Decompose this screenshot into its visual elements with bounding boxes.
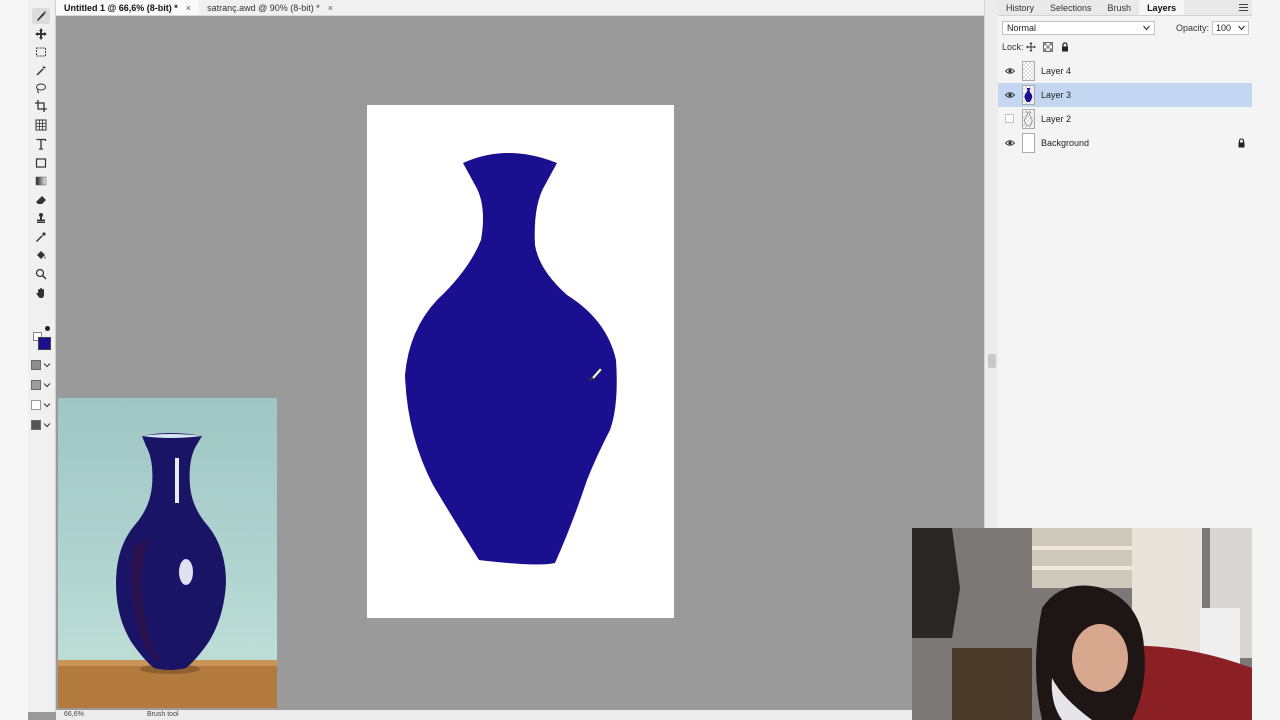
opacity-input[interactable]: 100 (1212, 21, 1249, 35)
pattern-control[interactable] (31, 399, 53, 411)
layer-row-layer-4[interactable]: Layer 4 (998, 59, 1252, 83)
texture-control[interactable] (31, 379, 53, 391)
brush-tool-icon[interactable] (32, 8, 50, 24)
webcam-overlay (912, 528, 1252, 720)
webcam-furniture (952, 648, 1032, 720)
eye-icon[interactable] (1005, 138, 1015, 148)
lock-icon (1238, 138, 1245, 148)
eye-icon[interactable] (1005, 90, 1015, 100)
zoom-icon[interactable] (32, 266, 50, 282)
tools-panel (28, 0, 56, 712)
tab-label: Untitled 1 @ 66,6% (8-bit) * (64, 2, 178, 13)
hand-icon[interactable] (32, 285, 50, 301)
crop-icon[interactable] (32, 98, 50, 114)
rect-select-icon[interactable] (32, 44, 50, 60)
move-tool-icon[interactable] (32, 26, 50, 42)
texture-icon (31, 380, 41, 390)
reference-vase (116, 433, 226, 670)
webcam-person-face (1072, 624, 1128, 692)
current-tool-label: Brush tool (147, 711, 179, 718)
pattern-icon (31, 400, 41, 410)
layer-row-background[interactable]: Background (998, 131, 1252, 155)
painted-vase-shape (405, 153, 617, 565)
blend-mode-select[interactable]: Normal (1002, 21, 1155, 35)
layer-name: Layer 4 (1041, 66, 1072, 76)
tab-satranc[interactable]: satranç.awd @ 90% (8-bit) * × (199, 0, 341, 15)
layer-thumbnail (1022, 109, 1035, 129)
tab-history[interactable]: History (998, 0, 1042, 15)
chevron-down-icon (43, 403, 51, 408)
swap-colors-icon[interactable] (45, 326, 50, 331)
panel-splitter[interactable] (984, 0, 998, 528)
layer-name: Background (1041, 138, 1090, 148)
tab-label: satranç.awd @ 90% (8-bit) * (207, 2, 320, 13)
chevron-down-icon (43, 363, 51, 368)
close-icon[interactable]: × (186, 3, 191, 13)
document-canvas[interactable] (367, 105, 674, 618)
shape-tool-icon[interactable] (32, 155, 50, 171)
lock-position-icon[interactable] (1026, 42, 1036, 52)
blend-mode-value: Normal (1007, 23, 1037, 33)
layers-list: Layer 4 Layer 3 Layer 2 Background (998, 59, 1252, 155)
brush-preset-icon (31, 360, 41, 370)
layer-row-layer-2[interactable]: Layer 2 (998, 107, 1252, 131)
layer-row-layer-3[interactable]: Layer 3 (998, 83, 1252, 107)
close-icon[interactable]: × (328, 3, 333, 13)
window-right-edge (1252, 0, 1280, 720)
status-bar: 66,6% Brush tool (56, 710, 912, 720)
layer-name: Layer 3 (1041, 90, 1072, 100)
lock-label: Lock: (1002, 42, 1024, 52)
reference-vase-photo (58, 398, 277, 708)
brush-preset-control[interactable] (31, 359, 53, 371)
panel-tabs: History Selections Brush Layers (998, 0, 1252, 16)
opacity-value: 100 (1216, 23, 1232, 33)
text-tool-icon[interactable] (32, 136, 50, 152)
foreground-color-swatch[interactable] (38, 337, 51, 350)
reference-vase-reflection (179, 559, 193, 585)
tab-brush[interactable]: Brush (1100, 0, 1140, 15)
magic-wand-icon[interactable] (32, 62, 50, 78)
layer-thumbnail (1022, 61, 1035, 81)
mode-icon (31, 420, 41, 430)
zoom-level[interactable]: 66,6% (64, 711, 84, 718)
webcam-coat (912, 528, 960, 638)
visibility-toggle-hidden[interactable] (1005, 114, 1014, 123)
fill-bucket-icon[interactable] (32, 247, 50, 263)
eraser-icon[interactable] (32, 192, 50, 208)
chevron-down-icon (1238, 25, 1245, 31)
splitter-handle[interactable] (988, 354, 996, 368)
stamp-icon[interactable] (32, 210, 50, 226)
document-tab-bar: Untitled 1 @ 66,6% (8-bit) * × satranç.a… (56, 0, 984, 16)
eye-icon[interactable] (1005, 66, 1015, 76)
eyedropper-icon[interactable] (32, 229, 50, 245)
chevron-down-icon (43, 383, 51, 388)
layers-panel: History Selections Brush Layers Normal O… (998, 0, 1252, 528)
gradient-icon[interactable] (32, 173, 50, 189)
layer-thumbnail-vase (1024, 88, 1033, 102)
layer-name: Layer 2 (1041, 114, 1072, 124)
opacity-label: Opacity: (1176, 23, 1210, 33)
window-left-edge (0, 0, 28, 720)
tab-untitled-1[interactable]: Untitled 1 @ 66,6% (8-bit) * × (56, 0, 200, 15)
layer-thumbnail-sketch (1024, 111, 1033, 127)
layer-thumbnail (1022, 85, 1035, 105)
lasso-icon[interactable] (32, 80, 50, 96)
chevron-down-icon (1143, 25, 1150, 31)
tab-layers[interactable]: Layers (1139, 0, 1185, 15)
vase-painting (405, 153, 617, 565)
mode-control[interactable] (31, 419, 53, 431)
panel-menu-icon[interactable] (1239, 3, 1248, 12)
lock-transparency-icon[interactable] (1043, 42, 1053, 52)
layer-thumbnail (1022, 133, 1035, 153)
reference-vase-highlight (175, 458, 179, 503)
chevron-down-icon (43, 423, 51, 428)
tab-selections[interactable]: Selections (1042, 0, 1100, 15)
grid-icon[interactable] (32, 117, 50, 133)
lock-all-icon[interactable] (1060, 42, 1070, 52)
